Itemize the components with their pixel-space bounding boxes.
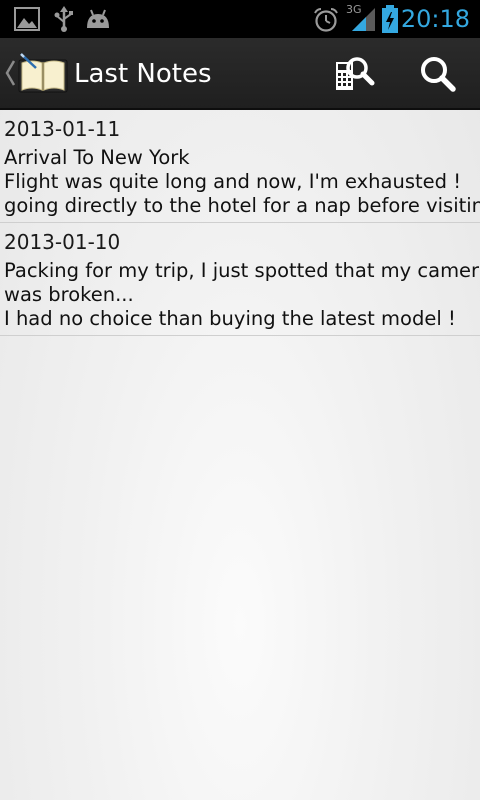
- note-date: 2013-01-11: [4, 117, 121, 141]
- action-bar: Last Notes: [0, 38, 480, 110]
- note-text-line: Flight was quite long and now, I'm exhau…: [4, 170, 462, 193]
- signal-icon: [352, 8, 375, 31]
- gallery-icon: [14, 7, 40, 31]
- up-caret-icon[interactable]: [4, 58, 16, 88]
- status-bar: 3G 20:18: [0, 0, 480, 38]
- note-item[interactable]: 2013-01-11 Arrival To New York Flight wa…: [0, 110, 480, 223]
- note-text-line: going directly to the hotel for a nap be…: [4, 194, 480, 217]
- search-icon[interactable]: [414, 50, 462, 98]
- alarm-icon: [314, 8, 338, 32]
- note-item[interactable]: 2013-01-10 Packing for my trip, I just s…: [0, 223, 480, 336]
- battery-charging-icon: [382, 5, 398, 33]
- page-title: Last Notes: [74, 59, 212, 89]
- calculator-search-icon[interactable]: [330, 50, 378, 98]
- app-notebook-icon[interactable]: [18, 52, 68, 94]
- note-text-line: I had no choice than buying the latest m…: [4, 307, 456, 330]
- note-date: 2013-01-10: [4, 230, 121, 254]
- status-time: 20:18: [400, 5, 470, 33]
- usb-icon: [54, 6, 73, 32]
- android-icon: [87, 9, 109, 28]
- note-text-line: was broken...: [4, 283, 134, 306]
- notes-list: 2013-01-11 Arrival To New York Flight wa…: [0, 110, 480, 336]
- note-title: Arrival To New York: [4, 146, 190, 169]
- note-text-line: Packing for my trip, I just spotted that…: [4, 259, 480, 282]
